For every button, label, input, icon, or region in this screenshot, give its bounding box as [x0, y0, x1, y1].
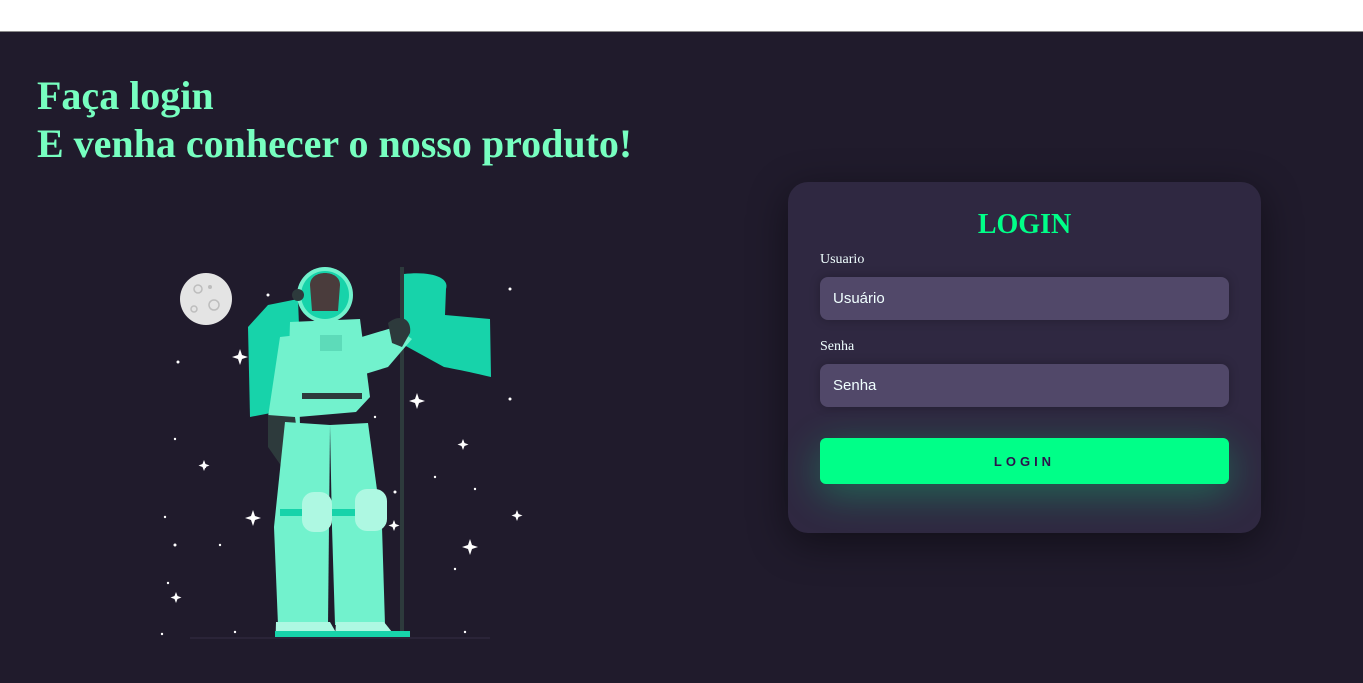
login-card: LOGIN Usuario Senha LOGIN	[788, 182, 1261, 533]
hero-line-2: E venha conhecer o nosso produto!	[37, 121, 633, 166]
astronaut-illustration	[160, 267, 523, 639]
username-input[interactable]	[820, 277, 1229, 320]
moon-icon	[180, 273, 232, 325]
password-input[interactable]	[820, 364, 1229, 407]
browser-top-bar	[0, 0, 1363, 32]
flag-icon	[400, 267, 491, 639]
astronaut-icon	[248, 267, 412, 639]
login-card-title: LOGIN	[977, 209, 1072, 240]
username-label: Usuario	[820, 252, 865, 267]
login-button[interactable]: LOGIN	[820, 438, 1229, 484]
hero-line-1: Faça login	[37, 73, 214, 118]
password-label: Senha	[820, 339, 855, 354]
hero-headline: Faça login E venha conhecer o nosso prod…	[37, 72, 632, 168]
login-page: Faça login E venha conhecer o nosso prod…	[0, 32, 1363, 683]
